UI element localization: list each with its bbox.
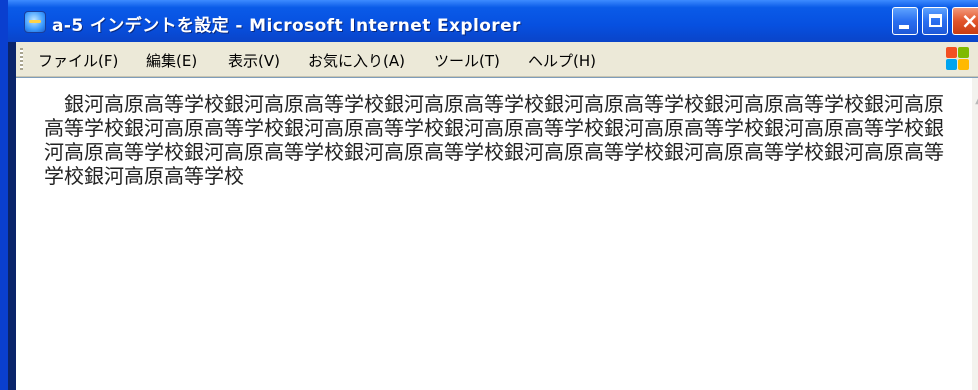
menu-favorites[interactable]: お気に入り(A): [308, 50, 405, 71]
minimize-icon: [899, 25, 909, 29]
close-button[interactable]: ×: [952, 7, 978, 35]
maximize-icon: [929, 14, 942, 27]
close-icon: ×: [961, 9, 978, 33]
window-title: a-5 インデントを設定 - Microsoft Internet Explor…: [52, 16, 521, 36]
maximize-button[interactable]: [922, 7, 948, 35]
page-content-area: 銀河高原高等学校銀河高原高等学校銀河高原高等学校銀河高原高等学校銀河高原高等学校…: [16, 77, 978, 390]
menu-edit[interactable]: 編集(E): [146, 50, 197, 71]
ie-page-icon[interactable]: [24, 11, 46, 33]
windows-flag-logo: [946, 47, 970, 71]
menu-view[interactable]: 表示(V): [228, 50, 280, 71]
minimize-button[interactable]: [892, 7, 918, 35]
menu-bar: ファイル(F) 編集(E) 表示(V) お気に入り(A) ツール(T) ヘルプ(…: [16, 42, 978, 77]
toolbar-grip[interactable]: [20, 48, 23, 70]
scroll-up-arrow-icon[interactable]: ▲: [973, 94, 978, 108]
menu-tools[interactable]: ツール(T): [434, 50, 500, 71]
menu-help[interactable]: ヘルプ(H): [528, 50, 596, 71]
vertical-scrollbar[interactable]: ▲: [972, 78, 978, 390]
indented-paragraph: 銀河高原高等学校銀河高原高等学校銀河高原高等学校銀河高原高等学校銀河高原高等学校…: [44, 92, 944, 188]
menu-file[interactable]: ファイル(F): [38, 50, 118, 71]
browser-window: a-5 インデントを設定 - Microsoft Internet Explor…: [0, 0, 978, 390]
title-bar[interactable]: a-5 インデントを設定 - Microsoft Internet Explor…: [8, 0, 978, 42]
